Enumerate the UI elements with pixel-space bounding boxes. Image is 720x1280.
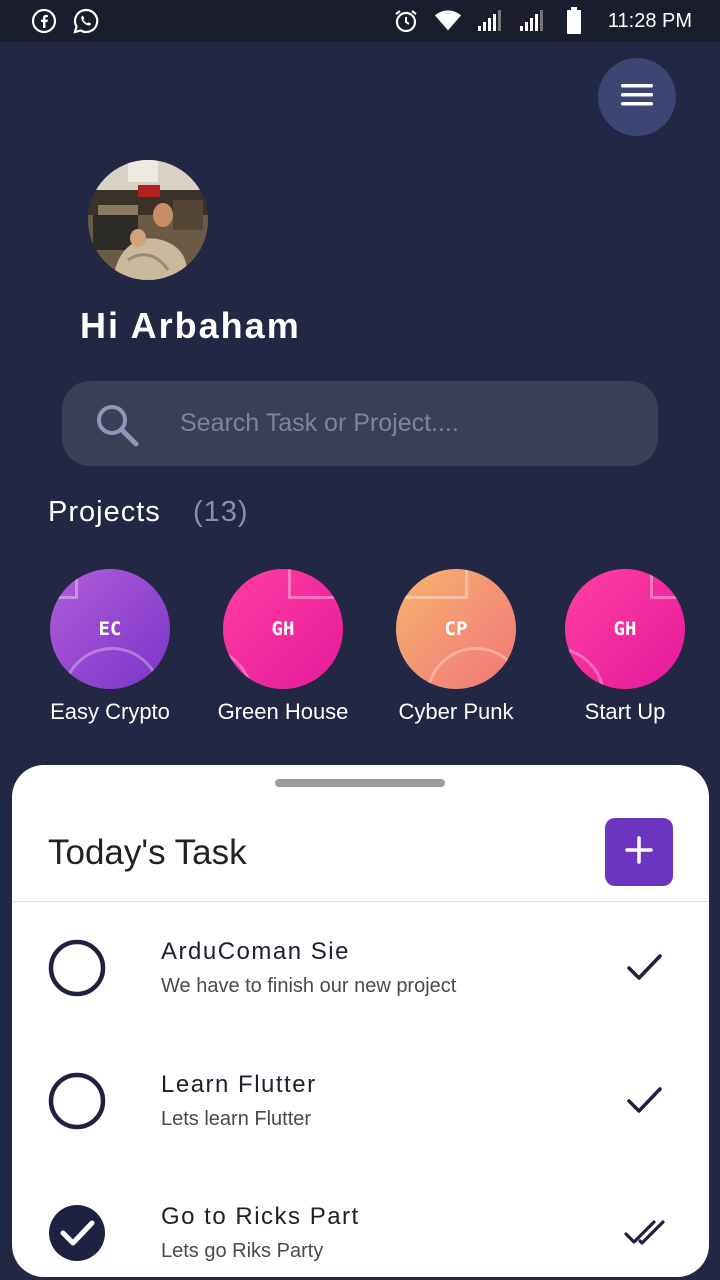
double-check-icon[interactable] [624, 1210, 666, 1252]
task-title: Go to Ricks Part [161, 1203, 360, 1230]
project-initials: CP [444, 618, 468, 640]
project-badge: GH [223, 569, 343, 689]
status-right-group: 11:28 PM [392, 7, 692, 35]
check-icon[interactable] [624, 1080, 666, 1122]
plus-icon [625, 835, 653, 869]
project-easy-crypto[interactable]: EC Easy Crypto [25, 569, 195, 725]
decoration [223, 647, 253, 689]
alarm-icon [392, 7, 420, 35]
divider [12, 901, 709, 902]
decoration [288, 569, 343, 599]
project-name: Start Up [584, 699, 666, 724]
hamburger-menu-icon [621, 83, 653, 112]
project-badge: CP [396, 569, 516, 689]
facebook-icon [30, 7, 58, 35]
task-item[interactable]: Go to Ricks Part Lets go Riks Party [12, 1190, 709, 1277]
check-icon[interactable] [624, 947, 666, 989]
project-name: Green House [217, 699, 349, 724]
task-item[interactable]: ArduComan Sie We have to finish our new … [12, 925, 709, 1035]
decoration [50, 569, 78, 599]
task-checkbox[interactable] [48, 1072, 106, 1130]
project-cyber-punk[interactable]: CP Cyber Punk [371, 569, 541, 725]
task-checkbox[interactable] [48, 939, 106, 997]
task-checkbox-checked[interactable] [48, 1204, 106, 1262]
project-name: Cyber Punk [398, 699, 514, 724]
project-initials: EC [98, 618, 122, 640]
project-badge: EC [50, 569, 170, 689]
decoration [565, 647, 605, 689]
project-green-house[interactable]: GH Green House [198, 569, 368, 725]
menu-button[interactable] [598, 58, 676, 136]
decoration [62, 647, 162, 689]
decoration [650, 569, 685, 599]
project-start-up[interactable]: GH Start Up [540, 569, 710, 725]
battery-icon [560, 7, 588, 35]
signal-icon-2 [518, 7, 546, 35]
status-bar: 11:28 PM [0, 0, 720, 42]
project-initials: GH [271, 618, 295, 640]
wifi-icon [434, 7, 462, 35]
task-subtitle: Lets learn Flutter [161, 1108, 312, 1130]
projects-title: Projects [48, 496, 161, 528]
project-badge: GH [565, 569, 685, 689]
projects-count: (13) [193, 496, 249, 528]
today-task-sheet: Today's Task ArduComan Sie We have to fi… [12, 765, 709, 1277]
search-input[interactable] [180, 400, 620, 446]
signal-icon [476, 7, 504, 35]
sheet-drag-handle[interactable] [275, 779, 445, 787]
task-subtitle: Lets go Riks Party [161, 1240, 324, 1262]
task-subtitle: We have to finish our new project [161, 975, 457, 997]
add-task-button[interactable] [605, 818, 673, 886]
search-icon[interactable] [92, 400, 142, 450]
greeting: Hi Arbaham [80, 305, 301, 346]
task-title: Learn Flutter [161, 1071, 317, 1098]
decoration [426, 647, 516, 689]
status-left-group [30, 7, 100, 35]
whatsapp-icon [72, 7, 100, 35]
decoration [396, 569, 468, 599]
task-title: ArduComan Sie [161, 938, 350, 965]
status-time: 11:28 PM [607, 9, 692, 32]
project-initials: GH [613, 618, 637, 640]
avatar[interactable] [88, 160, 208, 280]
project-name: Easy Crypto [50, 699, 170, 724]
sheet-title: Today's Task [48, 833, 247, 872]
task-item[interactable]: Learn Flutter Lets learn Flutter [12, 1058, 709, 1168]
